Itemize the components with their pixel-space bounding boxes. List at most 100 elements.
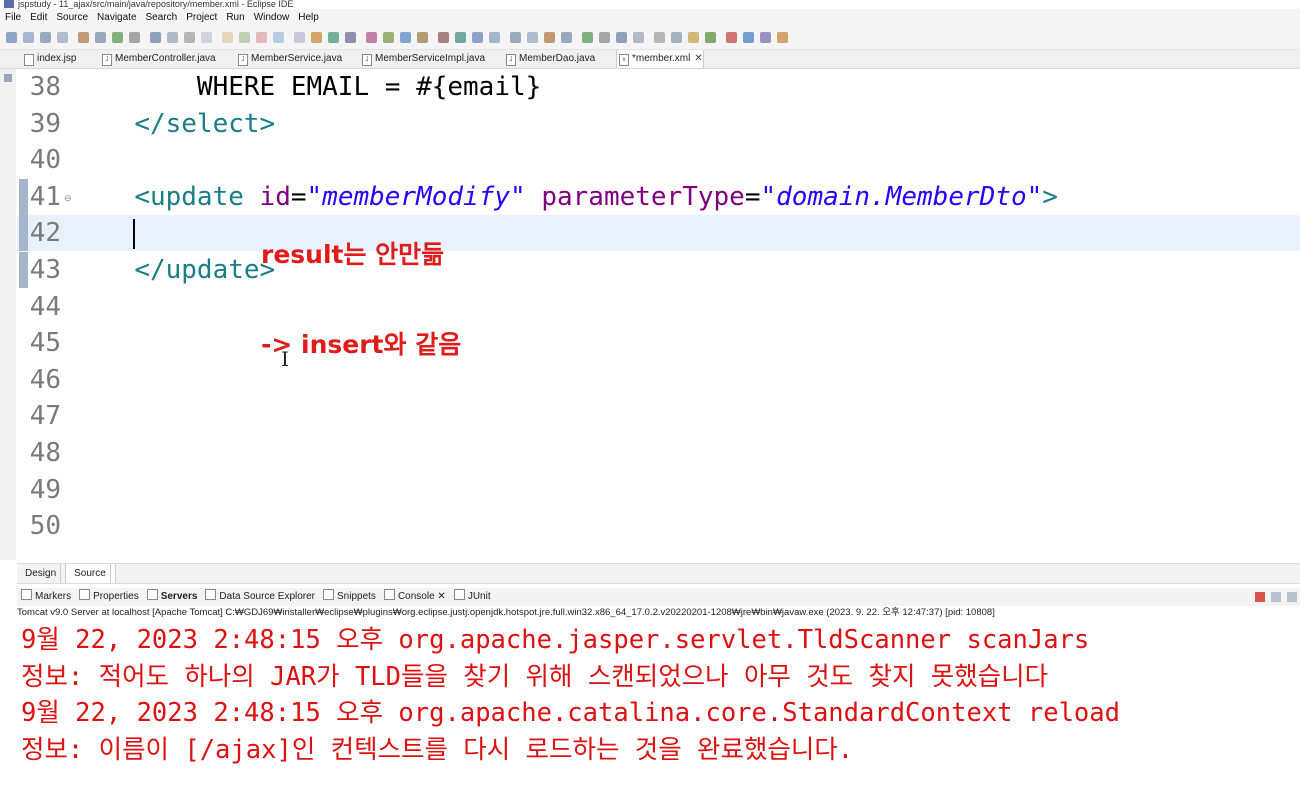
toolbar-button-icon[interactable] (167, 32, 178, 43)
editor-tab-index-jsp[interactable]: index.jsp (22, 50, 76, 68)
toolbar-button-icon[interactable] (294, 32, 305, 43)
toolbar-button-icon[interactable] (633, 32, 644, 43)
toolbar-button-icon[interactable] (417, 32, 428, 43)
code-line[interactable]: 49 (17, 472, 1300, 508)
toolbar-button-icon[interactable] (345, 32, 356, 43)
toolbar-button-icon[interactable] (222, 32, 233, 43)
close-view-icon[interactable]: ✕ (435, 591, 445, 602)
console-line: 정보: 적어도 하나의 JAR가 TLD들을 찾기 위해 스캔되었으나 아무 것… (21, 661, 1049, 692)
code-line[interactable]: 48 (17, 435, 1300, 471)
toolbar-button-icon[interactable] (705, 32, 716, 43)
view-tab-markers[interactable]: Markers (17, 588, 75, 606)
toolbar-button-icon[interactable] (95, 32, 106, 43)
code-line[interactable]: 38 WHERE EMAIL = #{email} (17, 69, 1300, 105)
toolbar-button-icon[interactable] (273, 32, 284, 43)
view-tab-label: Console (397, 591, 435, 602)
view-tab-servers[interactable]: Servers (143, 588, 202, 606)
console-output[interactable]: 9월 22, 2023 2:48:15 오후 org.apache.jasper… (17, 622, 1300, 800)
toolbar-button-icon[interactable] (599, 32, 610, 43)
toolbar-button-icon[interactable] (383, 32, 394, 43)
main-toolbar (0, 27, 1300, 50)
view-tab-data-source-explorer[interactable]: Data Source Explorer (201, 588, 319, 606)
toolbar-button-icon[interactable] (239, 32, 250, 43)
views-tab-bar: Markers Properties Servers Data Source Expl… (17, 588, 1300, 606)
toolbar-button-icon[interactable] (582, 32, 593, 43)
toolbar-button-icon[interactable] (777, 32, 788, 43)
toolbar-button-icon[interactable] (328, 32, 339, 43)
fold-collapse-icon[interactable]: ⊖ (64, 193, 72, 204)
toolbar-button-icon[interactable] (438, 32, 449, 43)
toolbar-button-icon[interactable] (472, 32, 483, 43)
toolbar-button-icon[interactable] (23, 32, 34, 43)
view-tab-console[interactable]: Console ✕ (380, 588, 450, 606)
remove-launch-icon[interactable] (1271, 592, 1281, 602)
code-line[interactable]: 42 (17, 215, 1300, 252)
code-text: </update> (103, 252, 275, 288)
remove-all-icon[interactable] (1287, 592, 1297, 602)
toolbar-button-icon[interactable] (40, 32, 51, 43)
menu-run[interactable]: Run (221, 9, 248, 27)
toolbar-button-icon[interactable] (671, 32, 682, 43)
tab-design[interactable]: Design (17, 564, 67, 583)
toolbar-button-icon[interactable] (366, 32, 377, 43)
view-tab-junit[interactable]: JUnit (450, 588, 495, 606)
code-line[interactable]: 44 (17, 289, 1300, 325)
toolbar-button-icon[interactable] (510, 32, 521, 43)
editor-tab-memberdao-java[interactable]: J MemberDao.java (504, 50, 595, 68)
editor-tab-member-xml[interactable]: x *member.xml ✕ (616, 50, 704, 68)
toolbar-button-icon[interactable] (6, 32, 17, 43)
toolbar-button-icon[interactable] (544, 32, 555, 43)
toolbar-button-icon[interactable] (184, 32, 195, 43)
code-text: </select> (103, 106, 275, 142)
menu-file[interactable]: File (0, 9, 25, 27)
toolbar-button-icon[interactable] (455, 32, 466, 43)
toolbar-button-icon[interactable] (561, 32, 572, 43)
toolbar-button-icon[interactable] (726, 32, 737, 43)
properties-icon (79, 589, 91, 600)
toolbar-button-icon[interactable] (527, 32, 538, 43)
menu-source[interactable]: Source (51, 9, 92, 27)
terminate-icon[interactable] (1255, 592, 1265, 602)
toolbar-button-icon[interactable] (201, 32, 212, 43)
toolbar-button-icon[interactable] (616, 32, 627, 43)
code-line[interactable]: 50 (17, 508, 1300, 544)
toolbar-button-icon[interactable] (743, 32, 754, 43)
code-line[interactable]: 41 ⊖ <update id="memberModify" parameterT… (17, 178, 1300, 215)
toolbar-button-icon[interactable] (400, 32, 411, 43)
project-explorer-icon[interactable] (4, 74, 12, 82)
menu-window[interactable]: Window (249, 9, 294, 27)
code-editor[interactable]: 50 49 48 47 46 45 44 43 </update> 42 41 ⊖ <update … (17, 69, 1300, 553)
close-tab-icon[interactable]: ✕ (694, 53, 702, 64)
code-line[interactable]: 40 (17, 142, 1300, 178)
menu-edit[interactable]: Edit (25, 9, 51, 27)
toolbar-button-icon[interactable] (112, 32, 123, 43)
toolbar-button-icon[interactable] (688, 32, 699, 43)
toolbar-button-icon[interactable] (150, 32, 161, 43)
menu-search[interactable]: Search (141, 9, 182, 27)
editor-tab-memberservice-java[interactable]: J MemberService.java (236, 50, 342, 68)
toolbar-button-icon[interactable] (129, 32, 140, 43)
menu-navigate[interactable]: Navigate (92, 9, 140, 27)
code-line[interactable]: 39 </select> (17, 106, 1300, 142)
view-tab-snippets[interactable]: Snippets (319, 588, 380, 606)
tab-source[interactable]: Source (66, 564, 116, 583)
editor-tab-memberserviceimpl-java[interactable]: J MemberServiceImpl.java (360, 50, 485, 68)
editor-tab-membercontroller-java[interactable]: J MemberController.java (100, 50, 216, 68)
toolbar-button-icon[interactable] (256, 32, 267, 43)
toolbar-button-icon[interactable] (654, 32, 665, 43)
toolbar-button-icon[interactable] (760, 32, 771, 43)
toolbar-button-icon[interactable] (489, 32, 500, 43)
menu-project[interactable]: Project (181, 9, 221, 27)
view-tab-properties[interactable]: Properties (75, 588, 143, 606)
code-line[interactable]: 43 </update> (17, 252, 1300, 288)
code-line[interactable]: 47 (17, 398, 1300, 434)
code-line[interactable]: 46 (17, 362, 1300, 398)
toolbar-button-icon[interactable] (78, 32, 89, 43)
toolbar-button-icon[interactable] (311, 32, 322, 43)
menu-help[interactable]: Help (293, 9, 323, 27)
editor-tab-label: index.jsp (37, 53, 77, 64)
code-line[interactable]: 45 (17, 325, 1300, 361)
toolbar-button-icon[interactable] (57, 32, 68, 43)
